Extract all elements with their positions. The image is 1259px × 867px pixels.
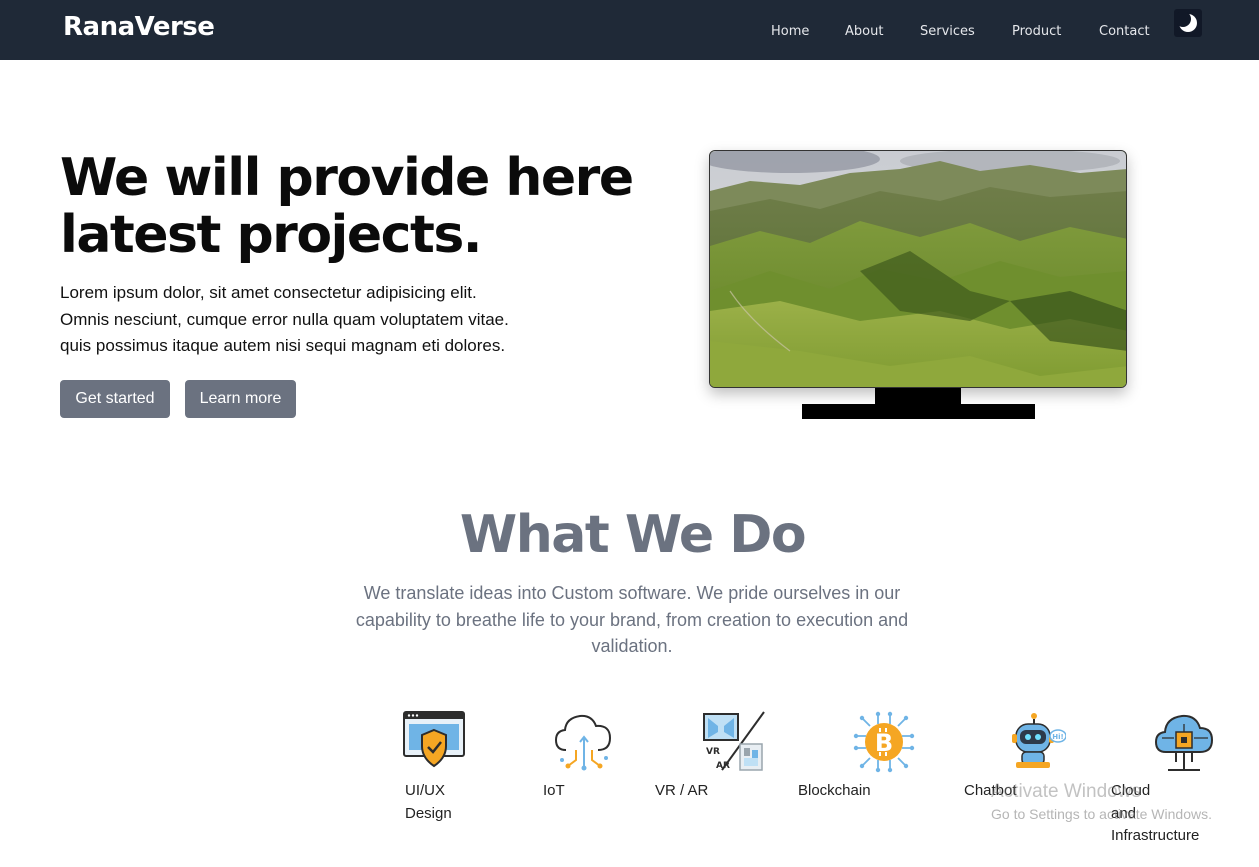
hero-title-line: We will provide here — [60, 148, 634, 208]
section-text-line: We translate ideas into Custom software.… — [363, 583, 901, 603]
svg-text:B: B — [875, 729, 893, 757]
service-label-line: Design — [405, 804, 452, 822]
hero-text-line: quis possimus itaque autem nisi sequi ma… — [60, 336, 506, 355]
service-label-line: VR / AR — [655, 782, 709, 799]
chatbot-icon[interactable]: Hi! — [1002, 710, 1067, 774]
ui-ux-design-icon[interactable] — [402, 710, 466, 774]
section-description: We translate ideas into Custom software.… — [318, 580, 946, 660]
moon-icon — [1177, 12, 1197, 32]
service-label-ui-ux: UI/UX Design — [405, 780, 452, 825]
blockchain-icon[interactable]: B — [852, 710, 916, 774]
nav-links: Home About Services Product Contact — [0, 24, 1259, 44]
nav-product-link[interactable]: Product — [1012, 24, 1061, 39]
hero-title-line: latest projects. — [60, 205, 483, 265]
section-text-line: validation. — [591, 636, 673, 656]
nav-home-link[interactable]: Home — [771, 24, 809, 39]
section-text-line: capability to breathe life to your brand… — [355, 609, 909, 630]
hero-text-line: Omnis nesciunt, cumque error nulla quam … — [60, 309, 509, 329]
hero-monitor-image — [709, 150, 1127, 388]
vr-ar-icon[interactable]: VR AR — [702, 710, 766, 774]
mountain-landscape-image — [710, 151, 1126, 387]
svg-text:VR: VR — [706, 747, 720, 757]
monitor-stand-neck — [875, 388, 961, 404]
service-label-blockchain: Blockchain — [798, 780, 871, 803]
service-label-line: Blockchain — [798, 782, 871, 799]
section-title: What We Do — [459, 505, 807, 565]
nav-contact-link[interactable]: Contact — [1099, 24, 1150, 39]
hero-text-line: Lorem ipsum dolor, sit amet consectetur … — [60, 283, 477, 302]
nav-about-link[interactable]: About — [845, 24, 883, 39]
service-label-line: UI/UX — [405, 782, 446, 799]
learn-more-button[interactable]: Learn more — [185, 380, 296, 418]
monitor-stand-base — [802, 404, 1035, 419]
nav-services-link[interactable]: Services — [920, 24, 975, 39]
cloud-infrastructure-icon[interactable] — [1152, 710, 1216, 774]
activation-watermark-subtitle: Go to Settings to activate Windows. — [991, 806, 1212, 822]
service-label-iot: IoT — [543, 780, 565, 803]
hero-title: We will provide here latest projects. — [60, 150, 680, 264]
service-label-line: Infrastructure — [1111, 827, 1200, 844]
get-started-button[interactable]: Get started — [60, 380, 170, 418]
hero-description: Lorem ipsum dolor, sit amet consectetur … — [60, 280, 580, 360]
activation-watermark-title: Activate Windows — [991, 781, 1141, 802]
iot-cloud-icon[interactable] — [552, 710, 616, 774]
service-label-line: IoT — [543, 782, 565, 799]
svg-text:Hi!: Hi! — [1052, 733, 1063, 741]
service-label-vr-ar: VR / AR — [655, 780, 708, 803]
navbar: RanaVerse Home About Services Product Co… — [0, 0, 1259, 60]
theme-toggle-button[interactable] — [1174, 9, 1202, 37]
svg-text:AR: AR — [716, 761, 730, 771]
